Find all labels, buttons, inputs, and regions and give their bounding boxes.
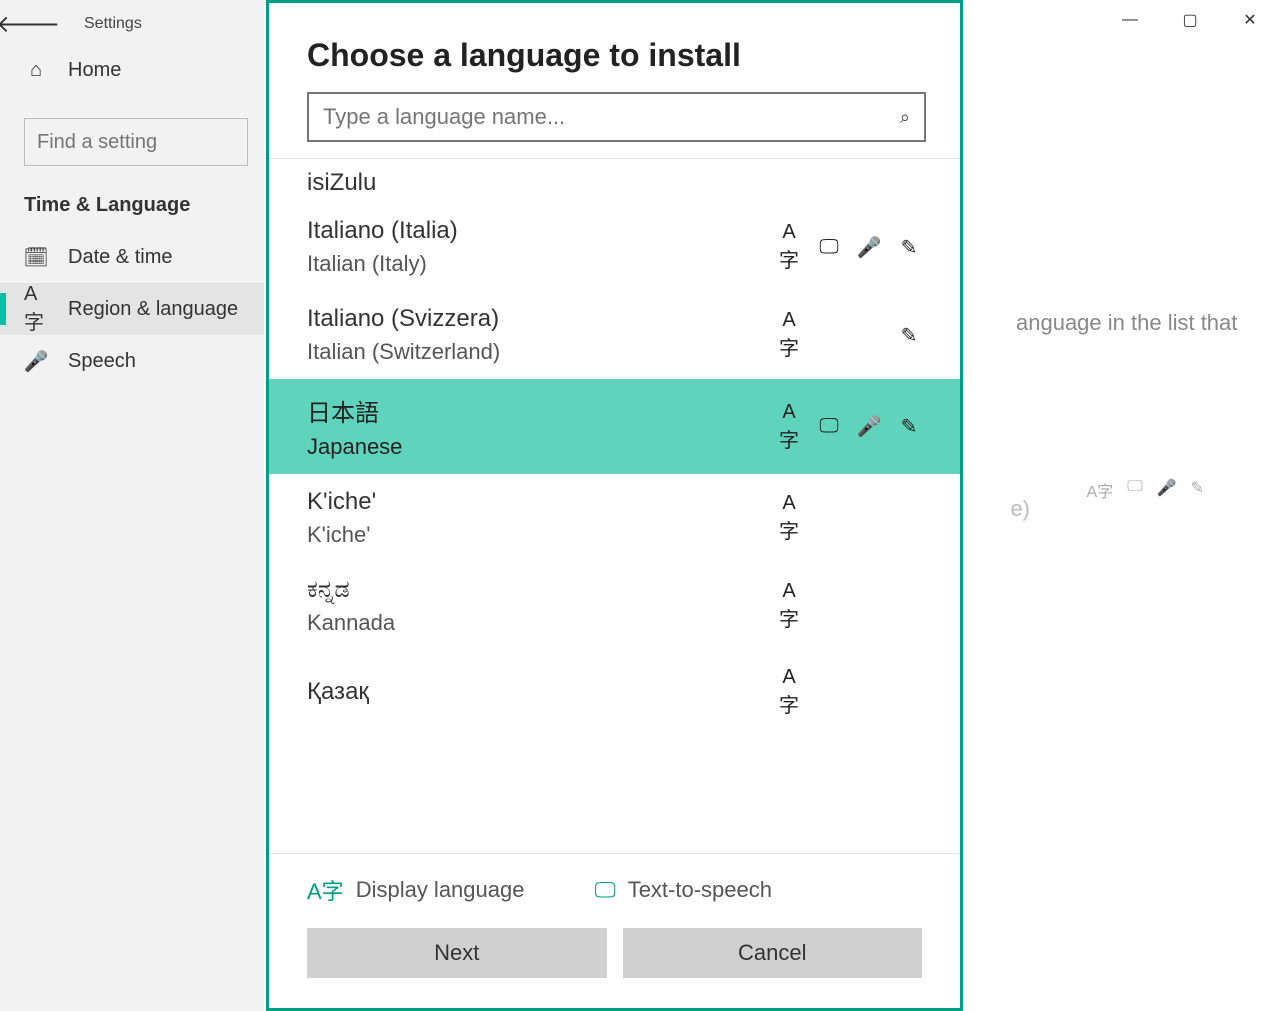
cancel-button[interactable]: Cancel (623, 928, 923, 978)
speech-icon: 🎤 (856, 235, 882, 260)
legend-tts: 🖵 Text-to-speech (594, 874, 772, 906)
language-native-name: 日本語 (307, 393, 402, 428)
language-english-name: K'iche' (307, 522, 376, 548)
language-feature-icons: A字 ✎ (772, 309, 922, 361)
mic-icon: 🎤 (24, 349, 48, 373)
search-icon: ⌕ (900, 107, 910, 128)
display-language-icon: A字 (776, 580, 802, 632)
maximize-button[interactable]: ▢ (1160, 0, 1220, 40)
language-feature-icons: A字 (772, 492, 922, 544)
settings-sidebar: ⌂ Home Time & Language 🗓 Date & time A字 … (0, 44, 264, 387)
language-row-italian-switzerland[interactable]: Italiano (Svizzera) Italian (Switzerland… (269, 291, 960, 379)
language-feature-icons: A字 (772, 580, 922, 632)
sidebar-group-title: Time & Language (0, 172, 264, 231)
dialog-buttons: Next Cancel (269, 916, 960, 1008)
window-controls: — ▢ ✕ (1100, 0, 1280, 40)
background-partial-text: anguage in the list that (1016, 310, 1256, 336)
display-language-icon: A字 (307, 874, 344, 906)
legend-display-language: A字 Display language (307, 874, 524, 906)
language-native-name: Italiano (Svizzera) (307, 305, 500, 333)
settings-search[interactable] (24, 118, 248, 166)
display-language-icon: A字 (776, 221, 802, 273)
next-button[interactable]: Next (307, 928, 607, 978)
language-feature-icons: A字 🖵 🎤 ✎ (772, 401, 922, 453)
handwriting-icon: ✎ (896, 235, 922, 260)
home-icon: ⌂ (24, 58, 48, 82)
sidebar-item-label: Date & time (68, 246, 172, 269)
language-search-input[interactable] (323, 104, 900, 130)
language-list[interactable]: isiZulu Italiano (Italia) Italian (Italy… (269, 158, 960, 854)
dialog-title: Choose a language to install (269, 3, 960, 92)
language-row-isizulu[interactable]: isiZulu (269, 159, 960, 203)
display-language-icon: A字 (776, 492, 802, 544)
sidebar-item-datetime[interactable]: 🗓 Date & time (0, 231, 264, 283)
language-feature-icons: A字 🖵 🎤 ✎ (772, 221, 922, 273)
language-feature-icons: A字 (772, 666, 922, 718)
language-english-name: Kannada (307, 610, 395, 636)
display-language-icon: A字 (1087, 478, 1114, 502)
sidebar-item-speech[interactable]: 🎤 Speech (0, 335, 264, 387)
background-partial-text-2: e) (1010, 496, 1030, 522)
handwriting-icon: ✎ (896, 414, 922, 439)
sidebar-item-label: Region & language (68, 298, 238, 321)
sidebar-item-label: Speech (68, 350, 136, 373)
legend-label: Display language (356, 877, 525, 903)
tts-icon: 🖵 (1127, 478, 1142, 502)
language-row-japanese[interactable]: 日本語 Japanese A字 🖵 🎤 ✎ (269, 379, 960, 474)
display-language-icon: A字 (776, 666, 802, 718)
feature-legend: A字 Display language 🖵 Text-to-speech (269, 854, 960, 916)
language-row-kazakh[interactable]: Қазақ A字 (269, 650, 960, 722)
language-icon: A字 (24, 297, 48, 321)
tts-icon: 🖵 (816, 415, 842, 438)
language-english-name: Japanese (307, 434, 402, 460)
language-english-name: Italian (Italy) (307, 251, 458, 277)
language-native-name: isiZulu (307, 169, 376, 196)
tts-icon: 🖵 (594, 877, 615, 903)
sidebar-item-home[interactable]: ⌂ Home (0, 44, 264, 96)
settings-title: Settings (84, 15, 142, 33)
sidebar-item-label: Home (68, 59, 121, 82)
display-language-icon: A字 (776, 309, 802, 361)
legend-label: Text-to-speech (628, 877, 772, 903)
minimize-button[interactable]: — (1100, 0, 1160, 40)
background-feature-icons: A字 🖵 🎤 ✎ (1087, 478, 1204, 502)
sidebar-item-region-language[interactable]: A字 Region & language (0, 283, 264, 335)
language-row-kiche[interactable]: K'iche' K'iche' A字 (269, 474, 960, 562)
language-row-italian-italy[interactable]: Italiano (Italia) Italian (Italy) A字 🖵 🎤… (269, 203, 960, 291)
speech-icon: 🎤 (1157, 478, 1177, 502)
tts-icon: 🖵 (816, 236, 842, 259)
handwriting-icon: ✎ (1191, 478, 1204, 502)
language-row-kannada[interactable]: ಕನ್ನಡ Kannada A字 (269, 562, 960, 650)
display-language-icon: A字 (776, 401, 802, 453)
settings-search-input[interactable] (37, 131, 235, 154)
language-english-name: Italian (Switzerland) (307, 339, 500, 365)
language-native-name: ಕನ್ನಡ (307, 576, 395, 604)
calendar-icon: 🗓 (24, 245, 48, 269)
language-native-name: Қазақ (307, 678, 369, 706)
language-native-name: Italiano (Italia) (307, 217, 458, 245)
language-native-name: K'iche' (307, 488, 376, 516)
language-search[interactable]: ⌕ (307, 92, 926, 142)
handwriting-icon: ✎ (896, 323, 922, 348)
speech-icon: 🎤 (856, 414, 882, 439)
back-icon[interactable]: 🡐 (8, 4, 48, 44)
install-language-dialog: Choose a language to install ⌕ isiZulu I… (266, 0, 963, 1011)
close-button[interactable]: ✕ (1220, 0, 1280, 40)
